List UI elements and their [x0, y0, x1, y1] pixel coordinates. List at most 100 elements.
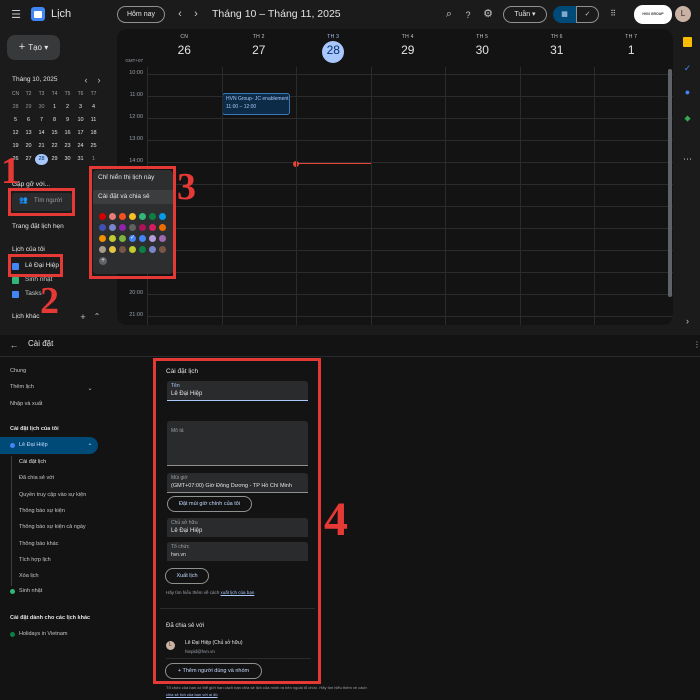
mini-day[interactable]: 1: [87, 156, 100, 162]
mini-day[interactable]: 14: [35, 130, 48, 136]
mini-day[interactable]: 25: [87, 143, 100, 149]
menu-icon[interactable]: ☰: [10, 8, 22, 22]
annotation-number-3: 3: [177, 166, 196, 208]
gear-icon[interactable]: ⚙: [482, 7, 494, 21]
mini-day[interactable]: 7: [35, 117, 48, 123]
mini-day[interactable]: 10: [74, 117, 87, 123]
mini-day[interactable]: 20: [22, 143, 35, 149]
hour-label: 14:00: [129, 158, 143, 164]
view-dropdown[interactable]: Tuần ▾: [503, 6, 547, 23]
mini-day[interactable]: 18: [87, 130, 100, 136]
create-button[interactable]: + Tạo ▾: [7, 35, 60, 60]
maps-icon[interactable]: ⬥: [682, 111, 693, 125]
day-number[interactable]: 26: [150, 43, 218, 57]
mini-day[interactable]: 3: [74, 104, 87, 110]
help-icon[interactable]: ?: [462, 8, 474, 22]
sub-nav-item[interactable]: Thông báo sự kiện: [19, 508, 65, 514]
nav-general[interactable]: Chung: [10, 368, 26, 374]
day-number[interactable]: 29: [374, 43, 442, 57]
next-week-icon[interactable]: ›: [190, 7, 202, 21]
add-calendar-icon[interactable]: +: [79, 310, 87, 324]
sub-nav-item[interactable]: Tích hợp lịch: [19, 557, 51, 563]
mini-day[interactable]: 28: [9, 104, 22, 110]
mini-day[interactable]: 27: [22, 156, 35, 162]
event-time: 11:00 – 12:00: [226, 104, 257, 110]
mini-day[interactable]: 29: [48, 156, 61, 162]
day-number[interactable]: 28: [299, 43, 367, 57]
mini-day[interactable]: 8: [48, 117, 61, 123]
contacts-icon[interactable]: ●: [682, 85, 693, 99]
avatar[interactable]: L: [675, 6, 691, 22]
sub-nav-item[interactable]: Thông báo khác: [19, 541, 58, 547]
scrollbar[interactable]: [668, 69, 672, 297]
nav-holidays[interactable]: Holidays in Vietnam: [19, 631, 68, 637]
brand-logo: HVN GROUP: [634, 5, 672, 24]
sub-nav-item[interactable]: Thông báo sự kiện cả ngày: [19, 524, 86, 530]
collapse-icon[interactable]: ⌃: [93, 310, 101, 324]
sub-nav-item[interactable]: Quyền truy cập vào sự kiện: [19, 492, 86, 498]
booking-page-link[interactable]: Trang đặt lịch hẹn: [12, 223, 64, 230]
mini-day[interactable]: 29: [22, 104, 35, 110]
more-vert-icon[interactable]: ⋮: [693, 338, 700, 352]
settings-page: ← Cài đặt ⋮ Chung Thêm lịch ⌄ Nhập và xu…: [0, 335, 700, 700]
mini-day[interactable]: 17: [74, 130, 87, 136]
mini-weekday: T5: [64, 91, 71, 97]
sub-nav-item[interactable]: Đã chia sẻ với: [19, 475, 54, 481]
calendar-checkbox-3[interactable]: [12, 291, 19, 298]
mini-day[interactable]: 22: [48, 143, 61, 149]
day-number[interactable]: 1: [597, 43, 665, 57]
calendar-view-toggle[interactable]: ▦: [553, 6, 576, 23]
mini-day[interactable]: 2: [61, 104, 74, 110]
today-button[interactable]: Hôm nay: [117, 6, 165, 23]
annotation-number-4: 4: [324, 493, 348, 546]
mini-weekday: T4: [51, 91, 58, 97]
mini-day[interactable]: 23: [61, 143, 74, 149]
mini-day[interactable]: 12: [9, 130, 22, 136]
day-column-divider: [221, 67, 223, 325]
footer-link[interactable]: chia sẻ lịch của bạn với ai đó: [166, 692, 218, 697]
nav-add-chevron-icon[interactable]: ⌄: [86, 382, 94, 396]
sub-nav-item[interactable]: Cài đặt lịch: [19, 459, 46, 465]
apps-grid-icon[interactable]: ⠿: [607, 7, 619, 21]
mini-day[interactable]: 16: [61, 130, 74, 136]
calendar-checkbox-2[interactable]: [12, 277, 19, 284]
side-expand-icon[interactable]: ›: [682, 314, 693, 328]
annotation-box-3: [89, 166, 176, 279]
mini-day[interactable]: 19: [9, 143, 22, 149]
mini-day[interactable]: 21: [35, 143, 48, 149]
prev-week-icon[interactable]: ‹: [174, 7, 186, 21]
mini-day[interactable]: 28: [35, 154, 48, 165]
mini-next-icon[interactable]: ›: [95, 73, 103, 87]
back-arrow-icon[interactable]: ←: [8, 338, 20, 352]
mini-day[interactable]: 24: [74, 143, 87, 149]
sub-nav-item[interactable]: Xóa lịch: [19, 573, 39, 579]
my-calendars-title[interactable]: Lịch của tôi: [12, 246, 45, 253]
mini-day[interactable]: 1: [48, 104, 61, 110]
mini-prev-icon[interactable]: ‹: [82, 73, 90, 87]
mini-day[interactable]: 30: [35, 104, 48, 110]
nav-birthday[interactable]: Sinh nhật: [19, 588, 42, 594]
mini-day[interactable]: 6: [22, 117, 35, 123]
nav-import-export[interactable]: Nhập và xuất: [10, 401, 42, 407]
week-grid[interactable]: CN 26 TH 2 27 TH 3 28 TH 4 29 TH 5 30 TH 6 31 TH 71 …: [117, 29, 673, 325]
mini-weekday: T2: [25, 91, 32, 97]
day-number[interactable]: 31: [523, 43, 591, 57]
day-number[interactable]: 27: [225, 43, 293, 57]
event-card[interactable]: HVN Group- JC enablement 11:00 – 12:00: [222, 93, 290, 115]
mini-day[interactable]: 30: [61, 156, 74, 162]
day-number[interactable]: 30: [448, 43, 516, 57]
tasks-icon[interactable]: ✓: [682, 61, 693, 75]
nav-add-calendar[interactable]: Thêm lịch: [10, 384, 34, 390]
search-icon[interactable]: ⌕: [443, 7, 455, 21]
mini-day[interactable]: 4: [87, 104, 100, 110]
mini-day[interactable]: 5: [9, 117, 22, 123]
other-calendars-title[interactable]: Lịch khác: [12, 313, 39, 320]
tasks-view-toggle[interactable]: ✓: [576, 6, 599, 23]
mini-day[interactable]: 9: [61, 117, 74, 123]
mini-day[interactable]: 13: [22, 130, 35, 136]
mini-day[interactable]: 15: [48, 130, 61, 136]
mini-day[interactable]: 11: [87, 117, 100, 123]
keep-icon[interactable]: [683, 37, 692, 47]
more-dots-icon[interactable]: ⋯: [682, 152, 693, 166]
mini-day[interactable]: 31: [74, 156, 87, 162]
